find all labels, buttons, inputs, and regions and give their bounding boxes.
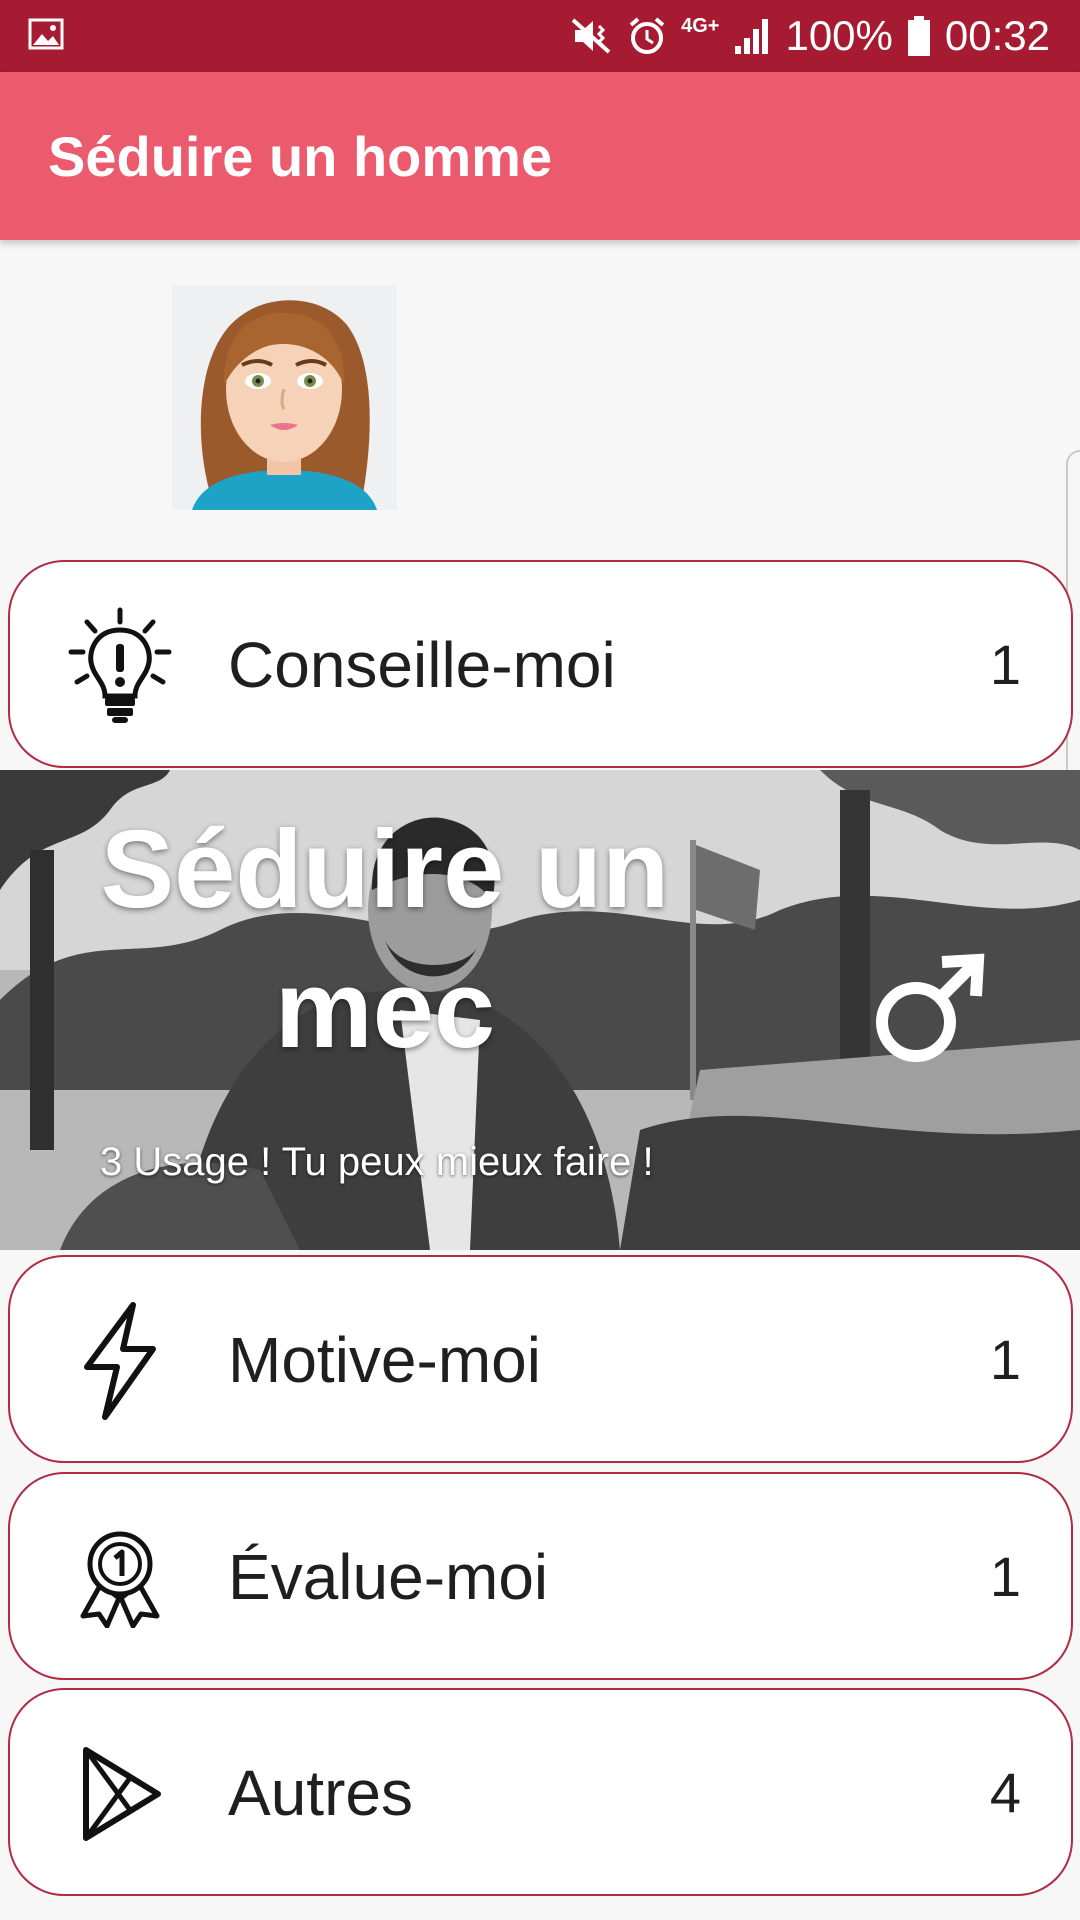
- card-count: 1: [989, 1328, 1021, 1391]
- alarm-icon: [629, 17, 665, 54]
- battery-icon: [907, 16, 930, 56]
- banner-headline: Séduire un mec: [100, 808, 670, 1071]
- lightbulb-icon: [60, 606, 180, 726]
- card-count: 1: [989, 1545, 1021, 1608]
- banner-subtitle: 3 Usage ! Tu peux mieux faire !: [100, 1140, 654, 1184]
- card-count: 1: [989, 633, 1021, 696]
- page-title: Séduire un homme: [48, 125, 553, 188]
- play-store-icon: [60, 1734, 180, 1854]
- avatar: [172, 285, 397, 510]
- gallery-icon: [28, 18, 64, 50]
- card-evalue-moi[interactable]: Évalue-moi 1: [8, 1472, 1073, 1680]
- app-bar: Séduire un homme: [0, 72, 1080, 240]
- award-ribbon-icon: [60, 1518, 180, 1638]
- banner-seduire-un-mec[interactable]: Séduire un mec 3 Usage ! Tu peux mieux f…: [0, 770, 1080, 1250]
- status-bar: 4G+ 100% 00:32: [0, 0, 1080, 72]
- card-label: Autres: [228, 1757, 413, 1829]
- card-motive-moi[interactable]: Motive-moi 1: [8, 1255, 1073, 1463]
- lightning-icon: [60, 1301, 180, 1421]
- card-conseille-moi[interactable]: Conseille-moi 1: [8, 560, 1073, 768]
- battery-percent: 100%: [785, 12, 893, 59]
- card-label: Évalue-moi: [228, 1541, 549, 1613]
- card-label: Motive-moi: [228, 1324, 541, 1396]
- network-4g-label: 4G+: [681, 15, 720, 37]
- card-count: 4: [989, 1761, 1021, 1824]
- woman-avatar-illustration: [172, 285, 397, 510]
- signal-icon: [735, 19, 769, 54]
- card-autres[interactable]: Autres 4: [8, 1688, 1073, 1896]
- clock: 00:32: [944, 12, 1050, 59]
- mute-vibrate-icon: [571, 18, 611, 54]
- male-symbol-icon: [876, 953, 985, 1062]
- card-label: Conseille-moi: [228, 629, 616, 701]
